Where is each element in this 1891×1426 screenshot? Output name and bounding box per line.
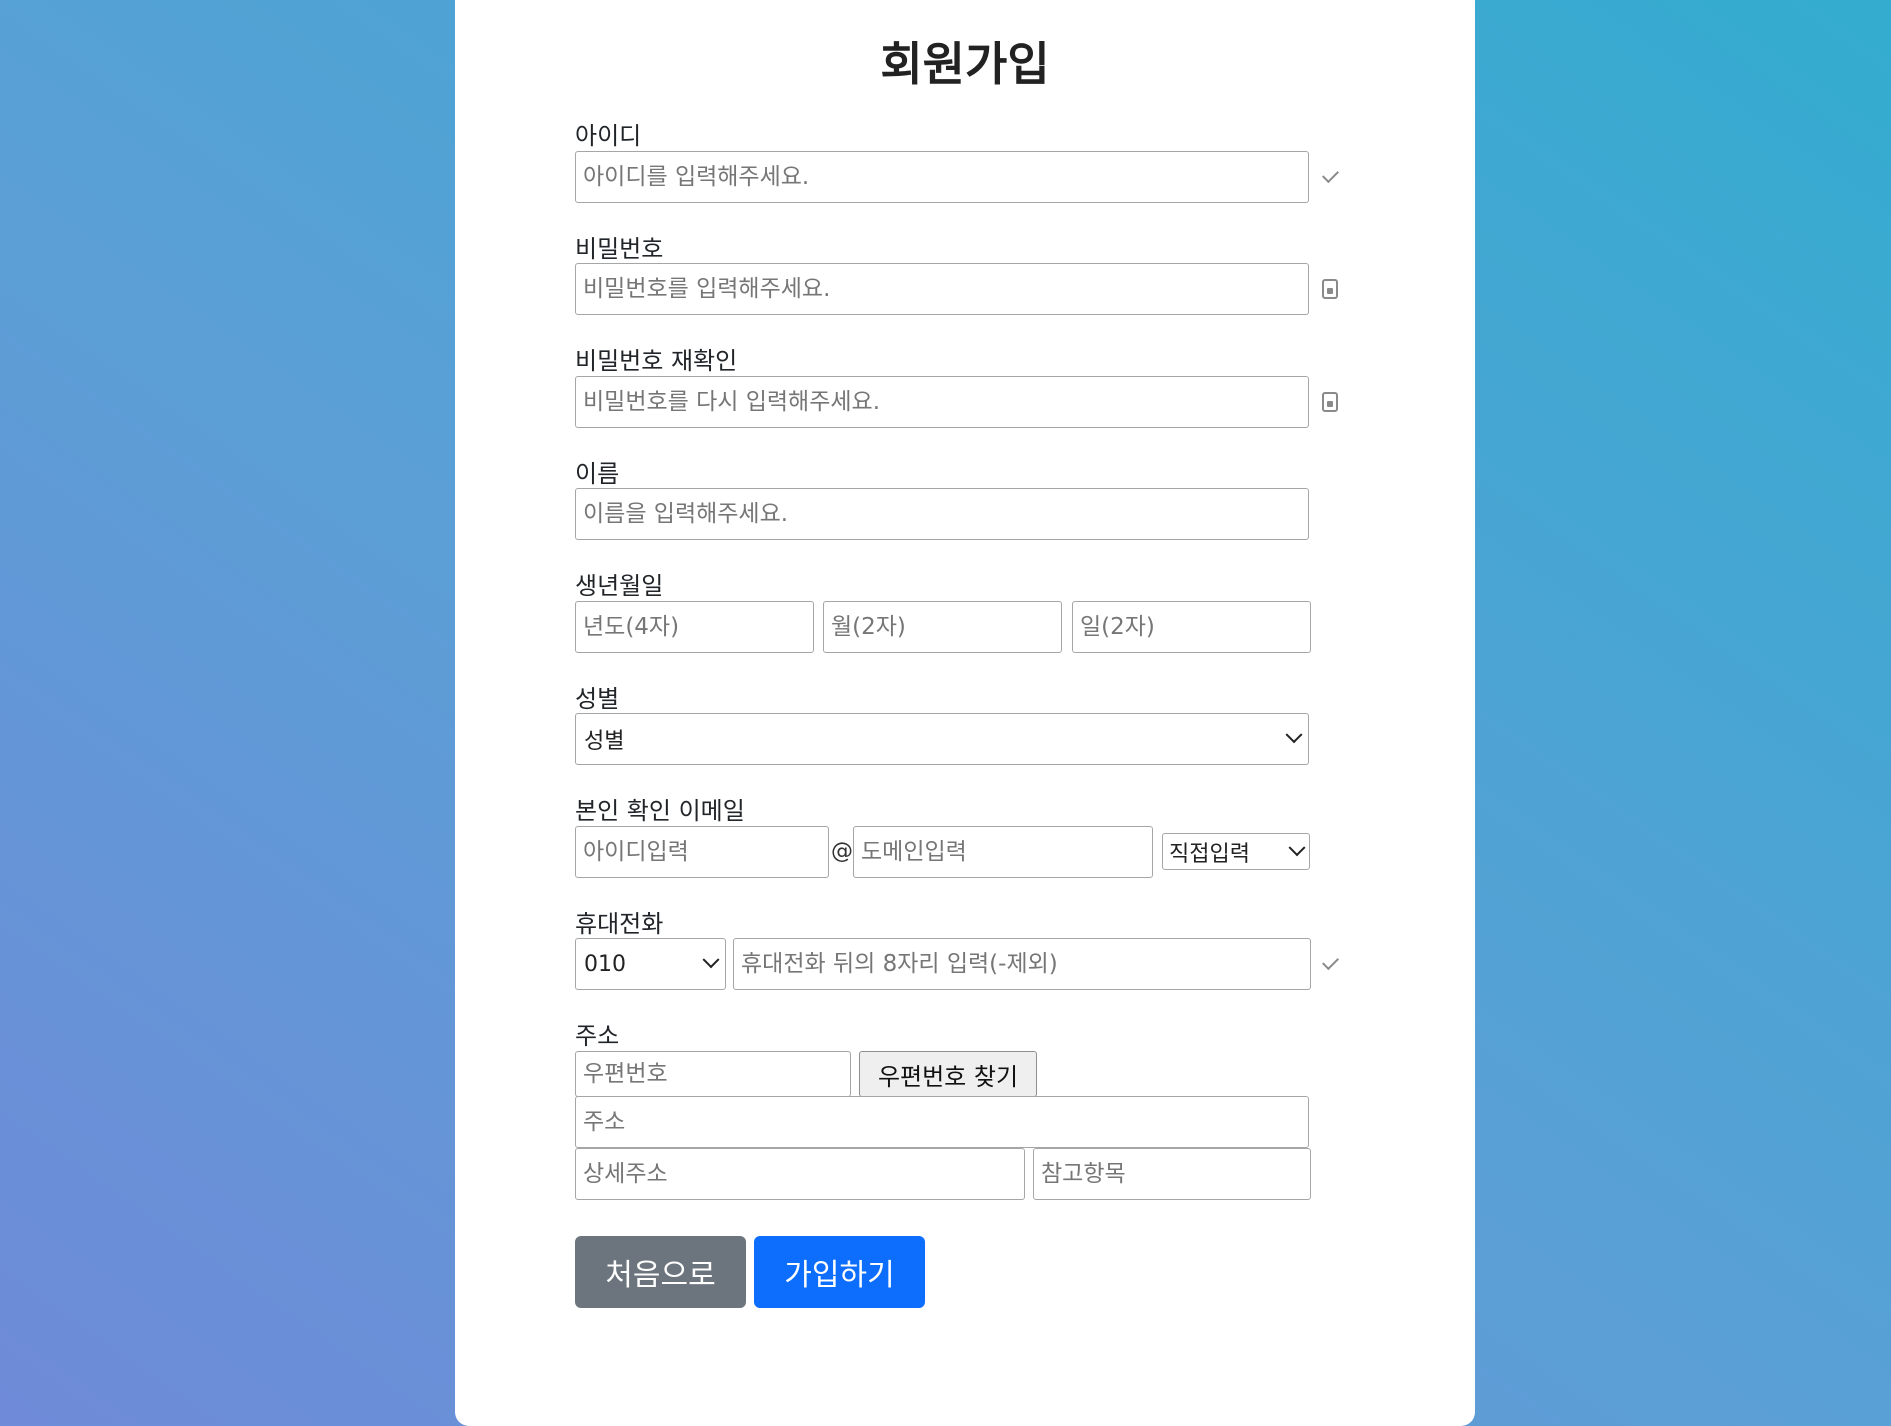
userid-input[interactable] xyxy=(575,151,1309,203)
password-label: 비밀번호 xyxy=(575,235,664,263)
email-domain-selected-value: 직접입력 xyxy=(1169,841,1250,867)
email-domain-select[interactable]: 직접입력 xyxy=(1162,833,1310,870)
email-at-sign: @ xyxy=(831,839,853,864)
back-button[interactable]: 처음으로 xyxy=(575,1236,746,1308)
address-extra-input[interactable] xyxy=(1033,1148,1311,1200)
password-confirm-label: 비밀번호 재확인 xyxy=(575,347,738,375)
birth-month-input[interactable] xyxy=(823,601,1062,653)
userid-label: 아이디 xyxy=(575,122,642,150)
address-input[interactable] xyxy=(575,1096,1309,1148)
signup-card: 회원가입 아이디 비밀번호 비밀번호 재확인 이름 생년월일 성별 성별 본인 … xyxy=(455,0,1475,1426)
address-detail-input[interactable] xyxy=(575,1148,1025,1200)
chevron-down-icon xyxy=(1288,838,1306,856)
check-icon xyxy=(1317,951,1343,977)
phone-number-input[interactable] xyxy=(733,938,1311,990)
password-confirm-input[interactable] xyxy=(575,376,1309,428)
email-domain-input[interactable] xyxy=(853,826,1153,878)
name-input[interactable] xyxy=(575,488,1309,540)
chevron-down-icon xyxy=(1285,726,1303,744)
lock-icon xyxy=(1317,389,1343,415)
name-label: 이름 xyxy=(575,460,620,488)
email-label: 본인 확인 이메일 xyxy=(575,797,745,825)
page-title: 회원가입 xyxy=(880,37,1050,91)
find-zipcode-button[interactable]: 우편번호 찾기 xyxy=(859,1051,1037,1097)
address-label: 주소 xyxy=(575,1022,620,1050)
phone-prefix-select[interactable]: 010 xyxy=(575,938,726,990)
gender-selected-value: 성별 xyxy=(584,729,625,754)
birth-day-input[interactable] xyxy=(1072,601,1311,653)
phone-prefix-value: 010 xyxy=(584,951,626,977)
password-input[interactable] xyxy=(575,263,1309,315)
gender-select[interactable]: 성별 xyxy=(575,713,1309,765)
submit-button[interactable]: 가입하기 xyxy=(754,1236,925,1308)
birth-year-input[interactable] xyxy=(575,601,814,653)
check-icon xyxy=(1317,164,1343,190)
zipcode-input[interactable] xyxy=(575,1051,851,1097)
lock-icon xyxy=(1317,276,1343,302)
phone-label: 휴대전화 xyxy=(575,910,664,938)
gender-label: 성별 xyxy=(575,685,620,713)
email-id-input[interactable] xyxy=(575,826,829,878)
chevron-down-icon xyxy=(702,951,720,969)
birth-label: 생년월일 xyxy=(575,572,664,600)
